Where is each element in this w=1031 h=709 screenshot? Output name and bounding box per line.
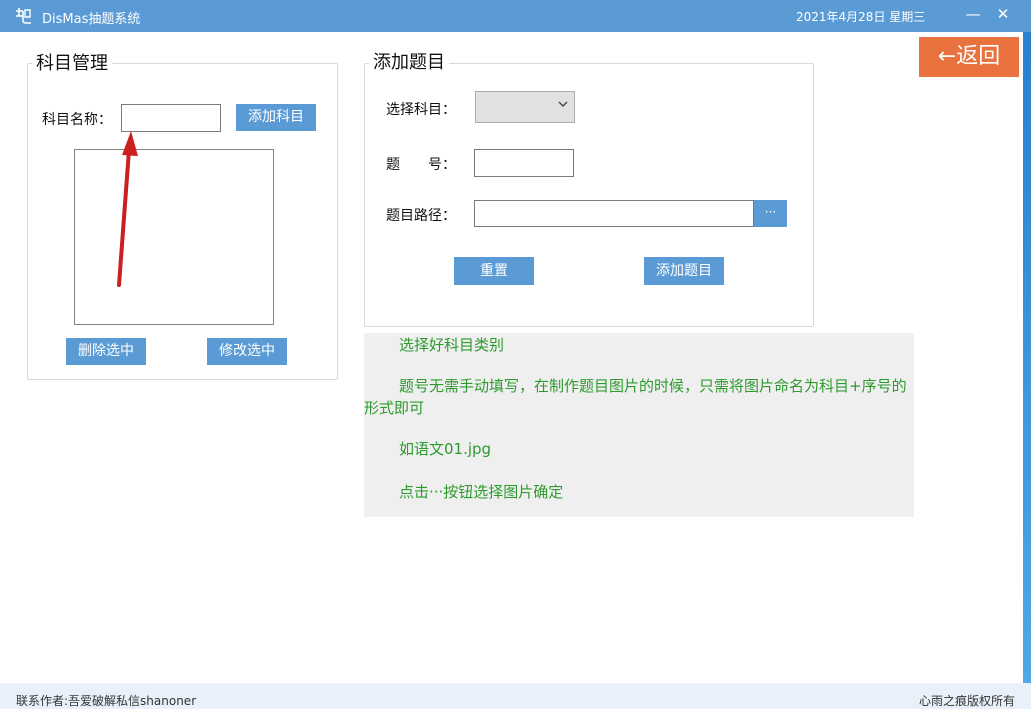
subject-list[interactable] xyxy=(74,149,274,325)
subject-management-title: 科目管理 xyxy=(32,53,112,75)
select-subject-label: 选择科目： xyxy=(386,99,456,119)
subject-select[interactable] xyxy=(475,91,575,123)
window-title: DisMas抽题系统 xyxy=(42,8,140,27)
back-button[interactable]: ←返回 xyxy=(919,37,1019,77)
close-button[interactable]: ✕ xyxy=(991,4,1015,26)
tip-line-4: 点击···按钮选择图片确定 xyxy=(399,481,563,503)
question-number-label: 题 号： xyxy=(386,154,456,174)
status-bar: 联系作者:吾爱破解私信shanoner 心雨之痕版权所有 xyxy=(0,683,1031,709)
reset-button[interactable]: 重置 xyxy=(454,257,534,285)
tip-line-3: 如语文01.jpg xyxy=(399,438,491,460)
browse-button[interactable]: ··· xyxy=(754,200,787,227)
tip-line-2: 题号无需手动填写，在制作题目图片的时候，只需将图片命名为科目+序号的形式即可 xyxy=(364,375,912,419)
app-logo-icon xyxy=(14,7,32,25)
delete-selected-button[interactable]: 删除选中 xyxy=(66,338,146,365)
minimize-button[interactable]: — xyxy=(961,4,985,26)
tip-line-1: 选择好科目类别 xyxy=(399,334,504,356)
title-bar: DisMas抽题系统 2021年4月28日 星期三 — ✕ xyxy=(0,0,1031,32)
desktop-background-edge xyxy=(1023,32,1031,683)
subject-name-label: 科目名称： xyxy=(42,109,112,129)
chevron-down-icon xyxy=(558,100,568,111)
add-question-button[interactable]: 添加题目 xyxy=(644,257,724,285)
datetime-display: 2021年4月28日 星期三 xyxy=(796,8,925,25)
add-subject-button[interactable]: 添加科目 xyxy=(236,104,316,131)
add-question-title: 添加题目 xyxy=(369,52,449,74)
subject-name-input[interactable] xyxy=(121,104,221,132)
edit-selected-button[interactable]: 修改选中 xyxy=(207,338,287,365)
author-contact-text: 联系作者:吾爱破解私信shanoner xyxy=(16,692,196,709)
question-number-input[interactable] xyxy=(474,149,574,177)
question-path-input[interactable] xyxy=(474,200,754,227)
question-path-label: 题目路径： xyxy=(386,205,456,225)
copyright-text: 心雨之痕版权所有 xyxy=(919,692,1015,709)
instructions-panel: 选择好科目类别 题号无需手动填写，在制作题目图片的时候，只需将图片命名为科目+序… xyxy=(364,333,914,517)
